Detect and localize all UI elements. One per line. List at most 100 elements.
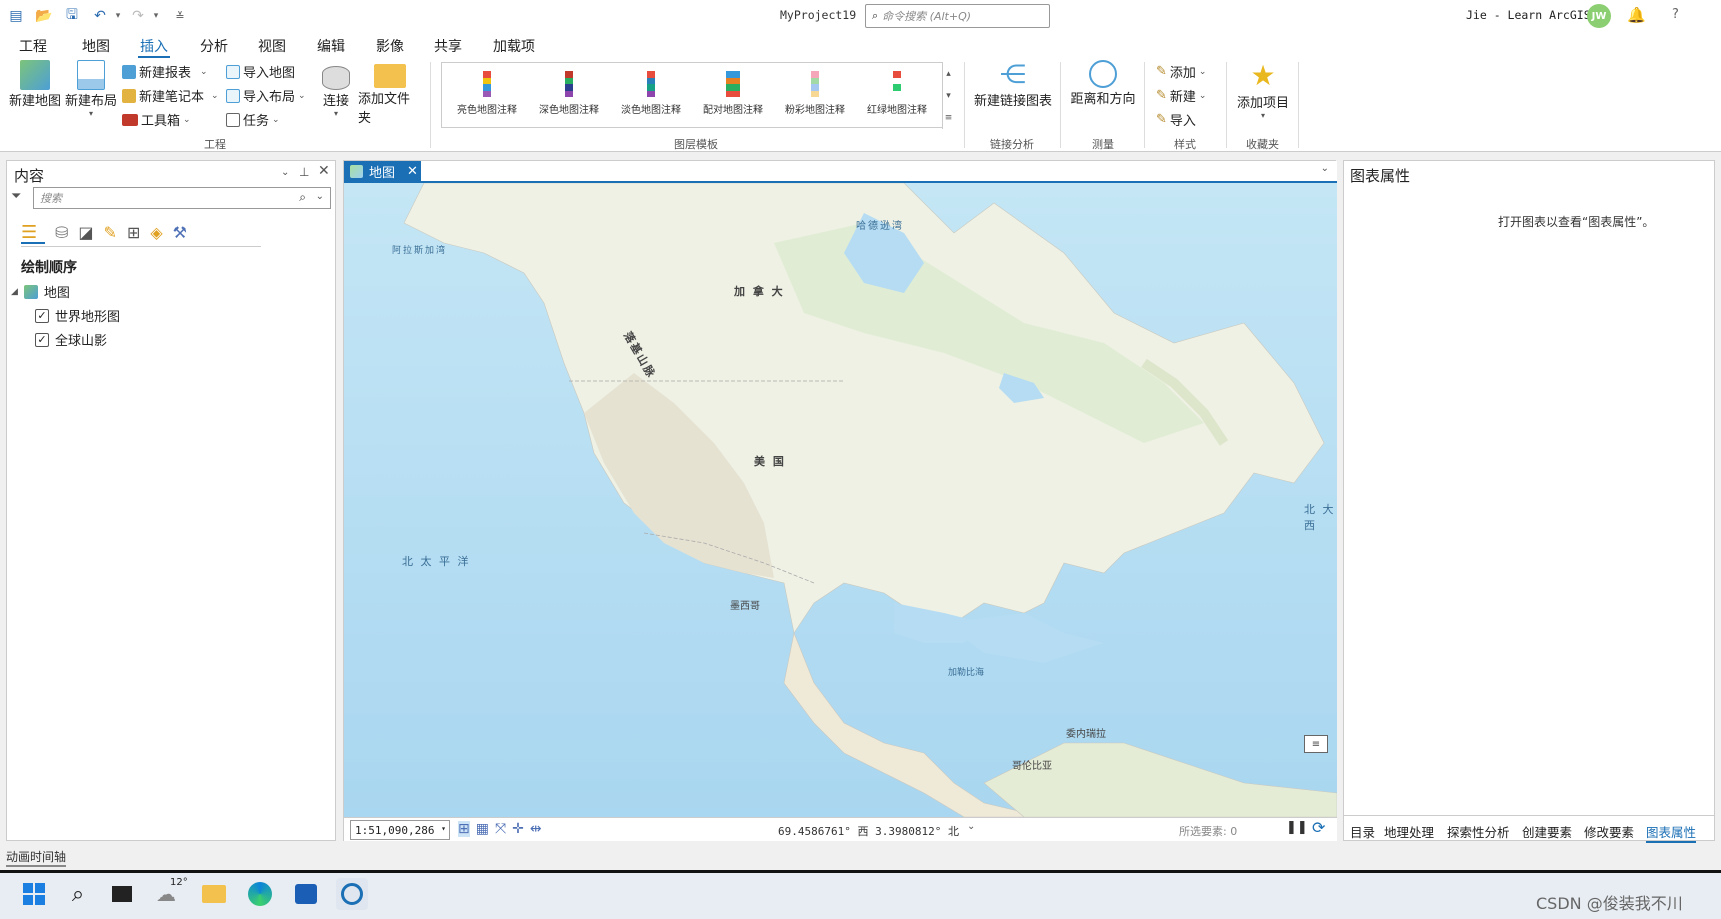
scale-input[interactable]: 1:51,090,286 ▾ — [350, 820, 450, 840]
tab-geoprocessing[interactable]: 地理处理 — [1384, 822, 1434, 841]
new-map-button[interactable]: 新建地图 — [8, 60, 62, 109]
tab-addins[interactable]: 加载项 — [491, 36, 537, 56]
start-icon[interactable] — [18, 878, 50, 910]
pause-icon[interactable]: ❚❚ — [1286, 820, 1308, 835]
new-notebook-button[interactable]: 新建笔记本 ⌄ — [122, 86, 219, 105]
perspective-icon[interactable]: ⚒ — [173, 223, 187, 242]
fixed-scale-icon[interactable]: ⊞ — [458, 821, 470, 837]
gallery-scroller[interactable]: ▴ ▾ ≡ — [942, 63, 954, 129]
open-folder-icon[interactable]: 📂 — [34, 6, 54, 26]
avatar[interactable]: JW — [1587, 4, 1611, 28]
new-link-chart-button[interactable]: ⋲ 新建链接图表 — [974, 60, 1052, 109]
customize-toolbar-icon[interactable]: ≚ — [170, 6, 190, 26]
chevron-down-icon: ⌄ — [1198, 90, 1207, 101]
ribbon-divider — [430, 62, 431, 148]
star-icon: ★ — [1250, 59, 1276, 92]
new-report-button[interactable]: 新建报表 ⌄ — [122, 62, 208, 81]
gallery-item-dark[interactable]: 深色地图注释 — [528, 67, 610, 125]
gallery-item-pastel[interactable]: 粉彩地图注释 — [774, 67, 856, 125]
import-layout-button[interactable]: 导入布局 ⌄ — [226, 86, 306, 105]
refresh-icon[interactable]: ⟳ — [1312, 818, 1325, 837]
undo-icon[interactable]: ↶ — [90, 6, 110, 26]
selected-features-count[interactable]: 所选要素: 0 — [1179, 823, 1237, 839]
map-label-usa: 美 国 — [754, 455, 786, 468]
tab-chart-properties[interactable]: 图表属性 — [1646, 822, 1697, 843]
arcgis-pro-taskbar-icon[interactable] — [336, 878, 368, 910]
edge-browser-icon[interactable] — [244, 878, 276, 910]
swipe-icon[interactable]: ⇹ — [530, 821, 542, 837]
style-add-button[interactable]: ✎ 添加 ⌄ — [1156, 62, 1206, 81]
tab-share[interactable]: 共享 — [432, 36, 464, 56]
snapping-icon[interactable]: ⊞ — [127, 223, 140, 242]
gallery-item-muted[interactable]: 淡色地图注释 — [610, 67, 692, 125]
gallery-item-redgreen[interactable]: 红绿地图注释 — [856, 67, 938, 125]
undo-dropdown-icon[interactable]: ▾ — [108, 6, 128, 26]
save-icon[interactable]: 🖫 — [62, 6, 82, 26]
pane-options-icon[interactable]: ⌄ — [281, 167, 289, 178]
tab-view[interactable]: 视图 — [256, 36, 288, 56]
connect-button[interactable]: 连接 ▾ — [316, 66, 356, 118]
user-name[interactable]: Jie - Learn ArcGIS — [1466, 8, 1591, 22]
layer-visibility-checkbox[interactable]: ✓ — [35, 332, 49, 347]
tab-edit[interactable]: 编辑 — [315, 36, 347, 56]
notification-bell-icon[interactable]: 🔔 — [1627, 6, 1646, 24]
tab-imagery[interactable]: 影像 — [374, 36, 406, 56]
grid-icon[interactable]: ▦ — [476, 821, 489, 837]
gallery-item-light[interactable]: 亮色地图注释 — [446, 67, 528, 125]
import-map-button[interactable]: 导入地图 — [226, 62, 295, 81]
chevron-down-icon[interactable]: ⌄ — [967, 821, 975, 832]
map-view-tab[interactable]: 地图 ✕ — [344, 161, 421, 181]
new-project-icon[interactable]: ▤ — [6, 6, 26, 26]
layer-row[interactable]: ✓ 全球山影 — [35, 330, 107, 349]
data-source-icon[interactable]: ⛁ — [55, 223, 68, 242]
style-new-button[interactable]: ✎ 新建 ⌄ — [1156, 86, 1206, 105]
tab-insert[interactable]: 插入 — [138, 36, 170, 58]
add-folder-button[interactable]: 添加文件夹 — [358, 60, 422, 126]
group-label-measure: 测量 — [1092, 138, 1114, 151]
layer-visibility-checkbox[interactable]: ✓ — [35, 308, 49, 323]
toolbox-button[interactable]: 工具箱 ⌄ — [122, 110, 191, 129]
tab-create-features[interactable]: 创建要素 — [1522, 822, 1572, 841]
store-icon[interactable] — [290, 878, 322, 910]
tab-project[interactable]: 工程 — [17, 36, 49, 56]
tab-modify-features[interactable]: 修改要素 — [1584, 822, 1634, 841]
style-import-button[interactable]: ✎ 导入 — [1156, 110, 1196, 129]
labeling-icon[interactable]: ◈ — [150, 223, 162, 242]
draw-order-icon[interactable]: ☰ — [21, 222, 45, 244]
draw-order-heading: 绘制顺序 — [21, 260, 77, 276]
redo-dropdown-icon[interactable]: ▾ — [146, 6, 166, 26]
map-tree-node[interactable]: ◢ 地图 — [11, 282, 70, 301]
distance-direction-button[interactable]: 距离和方向 — [1068, 60, 1138, 107]
animation-timeline-tab[interactable]: 动画时间轴 — [6, 848, 67, 867]
tab-exploratory-analysis[interactable]: 探索性分析 — [1447, 822, 1510, 841]
task-button[interactable]: 任务 ⌄ — [226, 110, 280, 129]
contents-search-input[interactable]: 搜索 ⌕ ⌄ — [33, 187, 331, 209]
tab-analysis[interactable]: 分析 — [198, 36, 230, 56]
redo-icon[interactable]: ↷ — [128, 6, 148, 26]
new-layout-button[interactable]: 新建布局 ▾ — [64, 60, 118, 118]
tab-catalog[interactable]: 目录 — [1350, 822, 1375, 841]
command-search-input[interactable]: ⌕ 命令搜索 (Alt+Q) — [865, 4, 1050, 28]
close-icon[interactable]: ✕ — [407, 164, 418, 179]
crosshair-icon[interactable]: ✛ — [512, 821, 524, 837]
navigator-icon[interactable]: ⤧ — [495, 821, 506, 837]
map-notes-icon[interactable]: ≡ — [1304, 735, 1328, 753]
file-explorer-icon[interactable] — [198, 878, 230, 910]
add-item-button[interactable]: ★ 添加项目 ▾ — [1234, 59, 1292, 121]
task-view-icon[interactable] — [106, 878, 138, 910]
gallery-item-paired[interactable]: 配对地图注释 — [692, 67, 774, 125]
search-icon[interactable]: ⌕ — [62, 878, 94, 910]
chevron-down-icon: ⌄ — [183, 114, 191, 125]
tab-map[interactable]: 地图 — [80, 36, 112, 56]
pin-icon[interactable]: ⊥ — [299, 165, 309, 179]
help-icon[interactable]: ? — [1672, 7, 1679, 22]
map-canvas[interactable]: 哈德逊湾 阿拉斯加湾 加 拿 大 落基山脉 美 国 北 太 平 洋 北 大 西 … — [344, 183, 1337, 817]
chevron-down-icon[interactable]: ⌄ — [1321, 163, 1329, 174]
toolbox-icon — [122, 113, 138, 126]
editing-icon[interactable]: ✎ — [104, 223, 117, 242]
selection-icon[interactable]: ◪ — [78, 223, 93, 242]
layer-row[interactable]: ✓ 世界地形图 — [35, 306, 120, 325]
collapse-icon[interactable]: ◢ — [11, 287, 18, 297]
close-icon[interactable]: ✕ — [318, 163, 330, 179]
filter-icon[interactable]: ⏷ — [11, 189, 21, 204]
